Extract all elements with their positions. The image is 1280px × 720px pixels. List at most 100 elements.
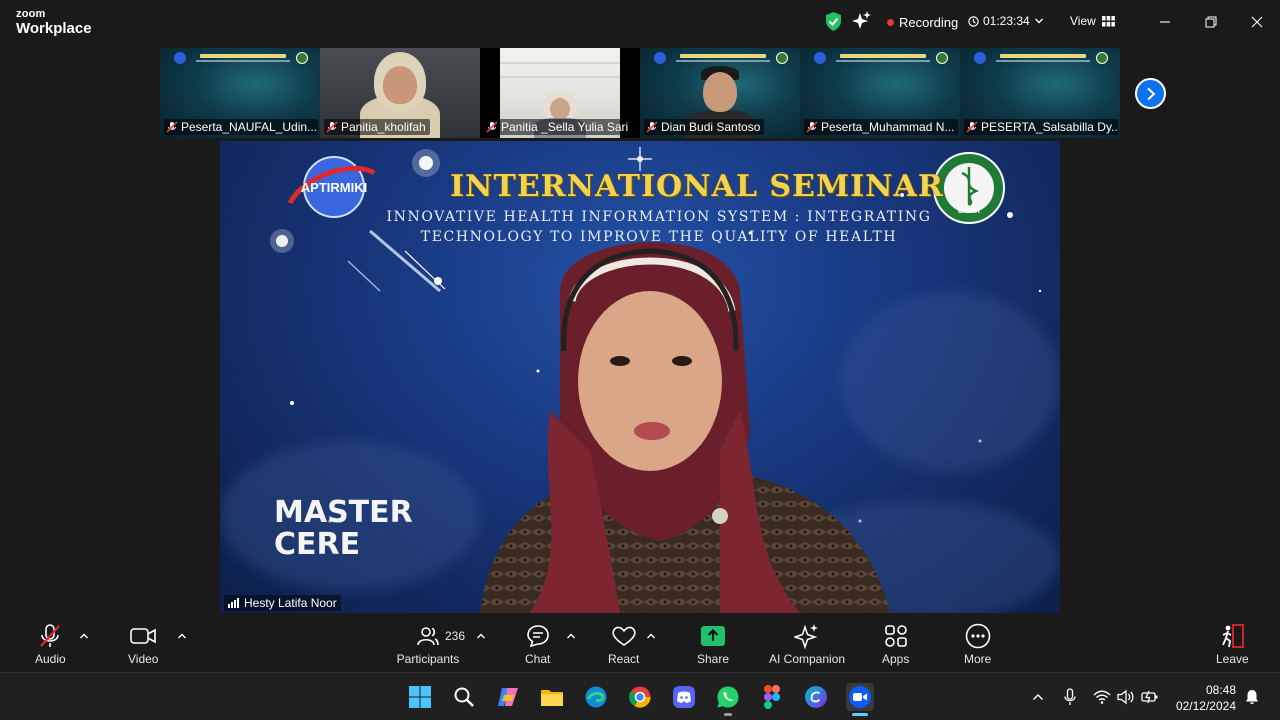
participant-thumbnail[interactable]: PESERTA_Salsabilla Dy... bbox=[960, 48, 1120, 138]
tray-wifi[interactable] bbox=[1092, 687, 1112, 707]
taskbar-zoom[interactable] bbox=[846, 683, 874, 716]
apps-button[interactable]: Apps bbox=[882, 622, 909, 666]
taskbar-copilot[interactable] bbox=[494, 683, 522, 711]
chat-button[interactable]: Chat bbox=[525, 622, 550, 666]
zoom-workplace-logo: zoom Workplace bbox=[16, 9, 92, 37]
video-options-chevron-icon[interactable] bbox=[177, 632, 187, 640]
active-speaker-video[interactable]: APTIRMIKI UNAIR INTERNATIONAL SEMINAR IN… bbox=[220, 141, 1060, 613]
apps-label: Apps bbox=[882, 652, 910, 666]
chat-label: Chat bbox=[525, 652, 551, 666]
zoom-app-icon bbox=[849, 686, 871, 708]
tray-microphone[interactable] bbox=[1060, 687, 1080, 707]
tray-battery[interactable] bbox=[1140, 687, 1160, 707]
share-label: Share bbox=[697, 652, 730, 666]
taskbar-edge[interactable] bbox=[582, 683, 610, 711]
taskbar-discord[interactable] bbox=[670, 683, 698, 711]
logo-right-text: UNAIR bbox=[958, 208, 980, 215]
share-button[interactable]: Share bbox=[697, 622, 729, 666]
participant-thumbnail[interactable]: Panitia_kholifah bbox=[320, 48, 480, 138]
ai-sparkle-icon[interactable] bbox=[852, 11, 871, 30]
title-bar: zoom Workplace Recording 01:23:34 View bbox=[0, 0, 1280, 44]
taskbar-clock[interactable]: 08:48 02/12/2024 bbox=[1170, 682, 1236, 714]
seminar-banner-mini bbox=[174, 52, 308, 66]
minimize-button[interactable] bbox=[1153, 10, 1177, 34]
participant-name-tag: Panitia _Sella Yulia Sari bbox=[484, 119, 633, 135]
view-label: View bbox=[1070, 14, 1096, 28]
taskbar-search-button[interactable] bbox=[450, 683, 478, 711]
participants-options-chevron-icon[interactable] bbox=[476, 632, 486, 640]
participant-name-tag: Peserta_Muhammad N... bbox=[804, 119, 958, 135]
start-button[interactable] bbox=[406, 683, 434, 711]
participant-thumbnail[interactable]: Peserta_Muhammad N... bbox=[800, 48, 960, 138]
tray-volume[interactable] bbox=[1116, 687, 1136, 707]
chevron-up-icon bbox=[1033, 694, 1043, 700]
view-button[interactable]: View bbox=[1070, 14, 1115, 28]
audio-options-chevron-icon[interactable] bbox=[79, 632, 89, 640]
clock-date: 02/12/2024 bbox=[1175, 699, 1236, 713]
aptirmiki-logo: APTIRMIKI bbox=[287, 156, 376, 218]
whatsapp-icon bbox=[717, 686, 739, 708]
react-button[interactable]: React bbox=[608, 622, 639, 666]
camera-icon bbox=[129, 622, 157, 650]
more-button[interactable]: More bbox=[964, 622, 991, 666]
chat-options-chevron-icon[interactable] bbox=[566, 632, 576, 640]
mic-muted-icon bbox=[166, 121, 178, 133]
more-dots-icon bbox=[965, 622, 991, 650]
edge-browser-icon bbox=[585, 686, 607, 708]
next-page-button[interactable] bbox=[1135, 78, 1166, 109]
taskbar-whatsapp[interactable] bbox=[714, 683, 742, 716]
react-options-chevron-icon[interactable] bbox=[646, 632, 656, 640]
participant-thumbnail[interactable]: Peserta_NAUFAL_Udin... bbox=[160, 48, 320, 138]
copilot-icon bbox=[498, 688, 518, 706]
recording-indicator[interactable]: Recording bbox=[887, 15, 958, 30]
active-app-indicator bbox=[852, 713, 868, 716]
taskbar-figma[interactable] bbox=[758, 683, 786, 711]
participant-name-tag: Panitia_kholifah bbox=[324, 119, 430, 135]
recording-label: Recording bbox=[899, 15, 959, 30]
close-button[interactable] bbox=[1245, 10, 1269, 34]
participant-name: Peserta_NAUFAL_Udin... bbox=[181, 120, 318, 134]
battery-charging-icon bbox=[1141, 690, 1158, 704]
background-text-line2: CERE bbox=[274, 527, 361, 562]
microphone-icon bbox=[1064, 688, 1076, 705]
mic-muted-icon bbox=[646, 121, 658, 133]
leave-button[interactable]: Leave bbox=[1216, 622, 1249, 666]
chat-icon bbox=[526, 622, 550, 650]
recording-dot-icon bbox=[887, 19, 894, 26]
participant-name: PESERTA_Salsabilla Dy... bbox=[981, 120, 1118, 134]
participant-name-tag: PESERTA_Salsabilla Dy... bbox=[964, 119, 1118, 135]
video-button[interactable]: Video bbox=[128, 622, 158, 666]
seminar-banner-mini bbox=[974, 52, 1108, 66]
ai-companion-button[interactable]: AI Companion bbox=[769, 622, 845, 666]
audio-label: Audio bbox=[35, 652, 66, 666]
participant-name: Panitia _Sella Yulia Sari bbox=[501, 120, 629, 134]
taskbar-file-explorer[interactable] bbox=[538, 683, 566, 711]
audio-button[interactable]: Audio bbox=[35, 622, 66, 666]
timer-value: 01:23:34 bbox=[983, 14, 1030, 28]
leave-label: Leave bbox=[1216, 652, 1249, 666]
heart-icon bbox=[611, 622, 637, 650]
close-icon bbox=[1251, 16, 1263, 28]
participant-name-tag: Peserta_NAUFAL_Udin... bbox=[164, 119, 318, 135]
show-hidden-icons-button[interactable] bbox=[1028, 687, 1048, 707]
restore-button[interactable] bbox=[1199, 10, 1223, 34]
chevron-right-icon bbox=[1146, 87, 1155, 100]
restore-icon bbox=[1205, 16, 1217, 28]
participants-count: 236 bbox=[445, 629, 466, 643]
meeting-toolbar: Audio Video Participants 236 Chat React … bbox=[0, 614, 1280, 672]
video-label: Video bbox=[128, 652, 159, 666]
notifications-button[interactable] bbox=[1242, 687, 1262, 707]
participant-thumbnail[interactable]: Dian Budi Santoso bbox=[640, 48, 800, 138]
more-label: More bbox=[964, 652, 992, 666]
meeting-timer[interactable]: 01:23:34 bbox=[968, 14, 1044, 28]
react-label: React bbox=[608, 652, 640, 666]
seminar-banner-mini bbox=[814, 52, 948, 66]
participant-thumbnail[interactable]: Panitia _Sella Yulia Sari bbox=[480, 48, 640, 138]
chrome-browser-icon bbox=[629, 686, 651, 708]
taskbar-canva[interactable] bbox=[802, 683, 830, 711]
windows-logo-icon bbox=[409, 686, 431, 708]
ai-companion-label: AI Companion bbox=[769, 652, 846, 666]
security-shield-icon[interactable] bbox=[825, 12, 842, 31]
clock-icon bbox=[968, 15, 979, 27]
taskbar-chrome[interactable] bbox=[626, 683, 654, 711]
